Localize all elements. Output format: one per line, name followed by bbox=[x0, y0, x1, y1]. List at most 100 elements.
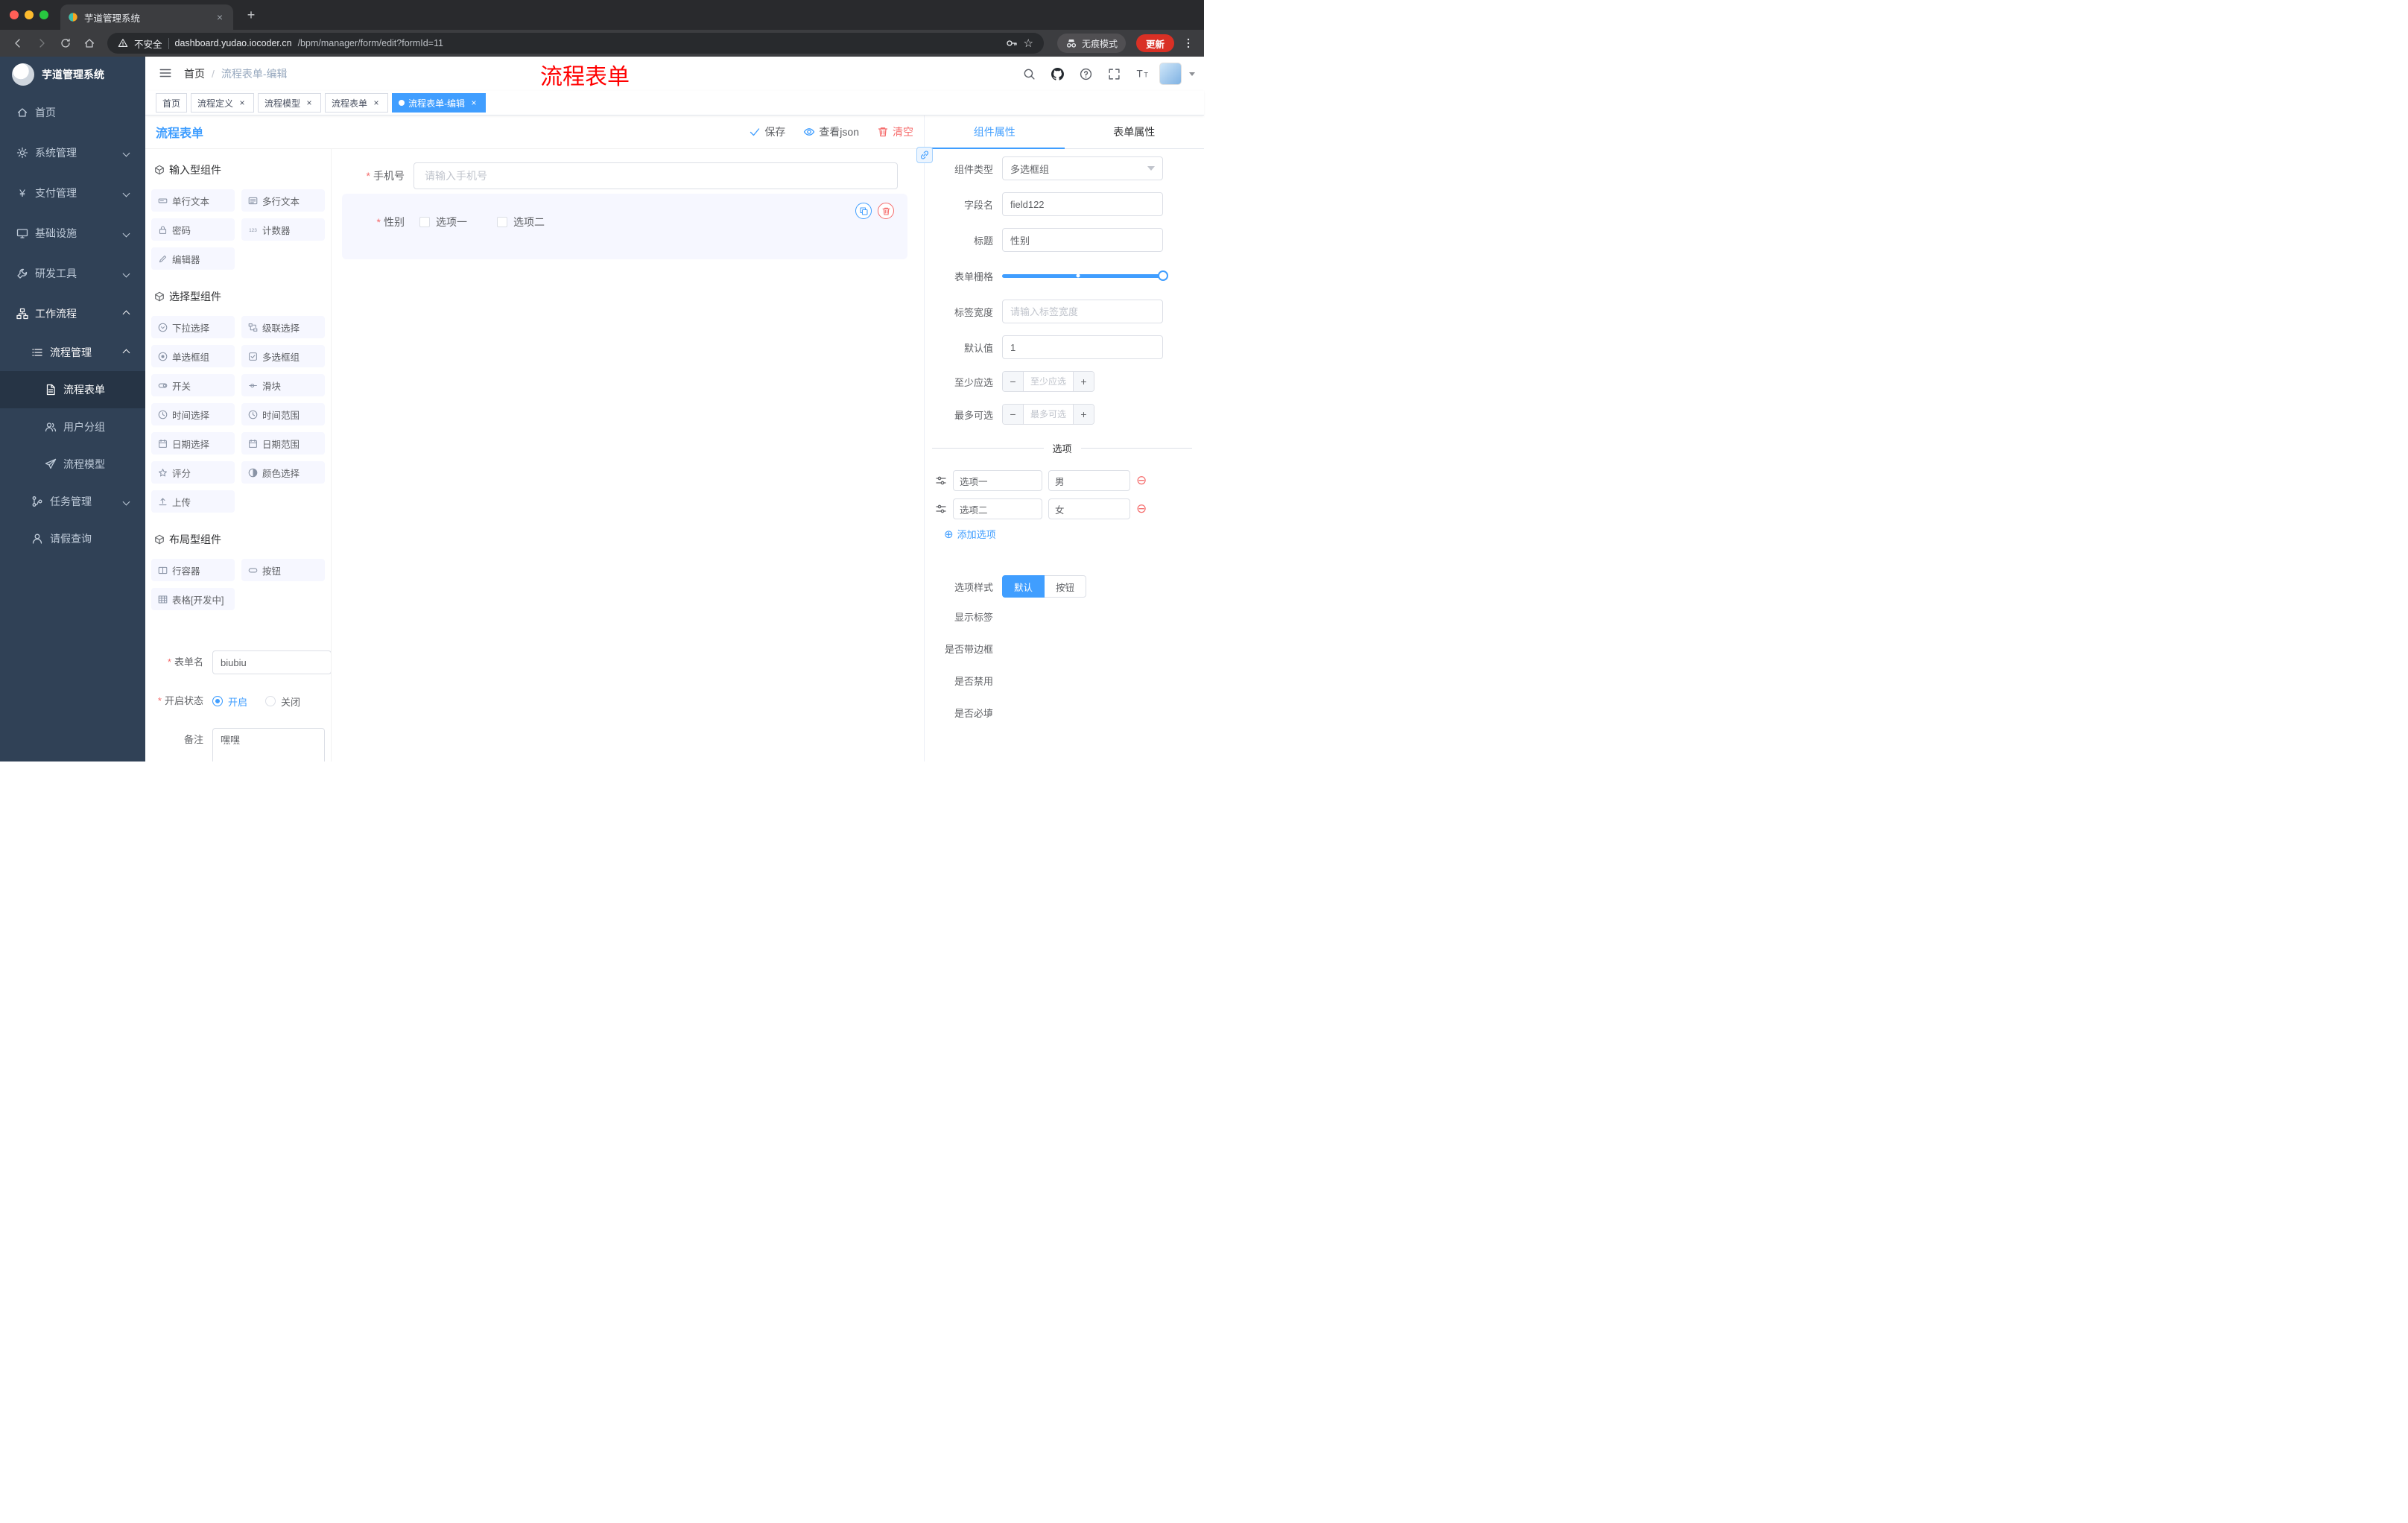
palette-item-radio-group[interactable]: 单选框组 bbox=[151, 345, 235, 367]
palette-item-table[interactable]: 表格[开发中] bbox=[151, 588, 235, 610]
remove-option-icon[interactable]: ⊖ bbox=[1136, 502, 1147, 516]
sidebar-item-process-model[interactable]: 流程模型 bbox=[0, 446, 145, 483]
form-canvas[interactable]: 手机号 性别 选项一 选项二 bbox=[332, 149, 924, 762]
checkbox-icon[interactable] bbox=[497, 217, 507, 227]
palette-item-rate[interactable]: 评分 bbox=[151, 461, 235, 484]
window-close-button[interactable] bbox=[10, 10, 19, 19]
palette-item-row-container[interactable]: 行容器 bbox=[151, 559, 235, 581]
phone-input[interactable] bbox=[414, 162, 898, 189]
stepper-decrease-button[interactable]: − bbox=[1003, 405, 1024, 424]
stepper-decrease-button[interactable]: − bbox=[1003, 372, 1024, 391]
slider-handle[interactable] bbox=[1158, 270, 1168, 281]
palette-item-date-picker[interactable]: 日期选择 bbox=[151, 432, 235, 455]
font-size-icon[interactable] bbox=[1131, 63, 1153, 85]
option-label-input[interactable] bbox=[953, 470, 1042, 491]
form-remark-textarea[interactable]: 嘿嘿 bbox=[212, 728, 325, 762]
palette-item-single-line[interactable]: 单行文本 bbox=[151, 189, 235, 212]
style-default-button[interactable]: 默认 bbox=[1002, 575, 1045, 598]
breadcrumb-home[interactable]: 首页 bbox=[184, 66, 205, 81]
option-value-input[interactable] bbox=[1048, 498, 1130, 519]
window-minimize-button[interactable] bbox=[25, 10, 34, 19]
stepper-increase-button[interactable]: + bbox=[1073, 405, 1094, 424]
drag-handle-icon[interactable] bbox=[935, 475, 947, 487]
tag-close-icon[interactable]: × bbox=[469, 98, 479, 108]
tag-close-icon[interactable]: × bbox=[371, 98, 381, 108]
sidebar-item-home[interactable]: 首页 bbox=[0, 92, 145, 133]
stepper-increase-button[interactable]: + bbox=[1073, 372, 1094, 391]
sidebar-item-payment[interactable]: ¥ 支付管理 bbox=[0, 173, 145, 213]
clear-button[interactable]: 清空 bbox=[877, 124, 913, 139]
grid-slider[interactable] bbox=[1002, 264, 1168, 288]
palette-item-date-range[interactable]: 日期范围 bbox=[241, 432, 325, 455]
help-icon[interactable] bbox=[1074, 63, 1097, 85]
gender-option-2[interactable]: 选项二 bbox=[497, 215, 545, 229]
slider-track[interactable] bbox=[1002, 270, 1168, 281]
sidebar-item-workflow[interactable]: 工作流程 bbox=[0, 294, 145, 334]
github-icon[interactable] bbox=[1046, 63, 1068, 85]
max-select-input[interactable] bbox=[1024, 405, 1073, 424]
checkbox-icon[interactable] bbox=[419, 217, 430, 227]
search-icon[interactable] bbox=[1018, 63, 1040, 85]
home-button[interactable] bbox=[79, 33, 100, 54]
add-option-button[interactable]: ⊕ 添加选项 bbox=[944, 527, 1192, 541]
delete-widget-button[interactable] bbox=[878, 203, 894, 219]
tag-process-model[interactable]: 流程模型 × bbox=[258, 93, 322, 113]
tab-component-props[interactable]: 组件属性 bbox=[925, 115, 1065, 149]
sidebar-item-infrastructure[interactable]: 基础设施 bbox=[0, 213, 145, 253]
new-tab-button[interactable]: + bbox=[242, 7, 260, 23]
form-name-input[interactable] bbox=[212, 650, 331, 674]
palette-item-switch[interactable]: 开关 bbox=[151, 374, 235, 396]
sidebar-item-user-group[interactable]: 用户分组 bbox=[0, 408, 145, 446]
palette-item-slider[interactable]: 滑块 bbox=[241, 374, 325, 396]
link-anchor-button[interactable] bbox=[916, 147, 933, 163]
palette-item-select[interactable]: 下拉选择 bbox=[151, 316, 235, 338]
app-logo[interactable]: 芋道管理系统 bbox=[0, 57, 145, 92]
tag-process-form-edit[interactable]: 流程表单-编辑 × bbox=[392, 93, 487, 113]
address-bar[interactable]: 不安全 dashboard.yudao.iocoder.cn/bpm/manag… bbox=[107, 33, 1044, 54]
style-button-button[interactable]: 按钮 bbox=[1045, 575, 1087, 598]
canvas-field-phone[interactable]: 手机号 bbox=[342, 162, 907, 189]
palette-item-cascader[interactable]: 级联选择 bbox=[241, 316, 325, 338]
min-select-input[interactable] bbox=[1024, 372, 1073, 391]
option-value-input[interactable] bbox=[1048, 470, 1130, 491]
default-value-input[interactable] bbox=[1002, 335, 1163, 359]
component-type-select[interactable]: 多选框组 bbox=[1002, 156, 1163, 180]
palette-item-password[interactable]: 密码 bbox=[151, 218, 235, 241]
tag-home[interactable]: 首页 bbox=[156, 93, 188, 113]
back-button[interactable] bbox=[7, 33, 28, 54]
copy-widget-button[interactable] bbox=[855, 203, 872, 219]
sidebar-item-devtools[interactable]: 研发工具 bbox=[0, 253, 145, 294]
tab-form-props[interactable]: 表单属性 bbox=[1065, 115, 1205, 148]
view-json-button[interactable]: 查看json bbox=[803, 124, 859, 139]
gender-option-1[interactable]: 选项一 bbox=[419, 215, 467, 229]
tag-process-form[interactable]: 流程表单 × bbox=[325, 93, 389, 113]
fullscreen-icon[interactable] bbox=[1103, 63, 1125, 85]
sidebar-item-task-management[interactable]: 任务管理 bbox=[0, 483, 145, 520]
insecure-label[interactable]: 不安全 bbox=[134, 37, 162, 51]
palette-item-counter[interactable]: 计数器 bbox=[241, 218, 325, 241]
tag-close-icon[interactable]: × bbox=[237, 98, 247, 108]
title-input[interactable] bbox=[1002, 228, 1163, 252]
radio-open[interactable]: 开启 bbox=[212, 694, 247, 709]
sidebar-item-process-form[interactable]: 流程表单 bbox=[0, 371, 145, 408]
tag-close-icon[interactable]: × bbox=[304, 98, 314, 108]
avatar[interactable] bbox=[1159, 63, 1182, 85]
bookmark-star-icon[interactable]: ☆ bbox=[1024, 37, 1033, 50]
save-button[interactable]: 保存 bbox=[749, 124, 785, 139]
palette-item-time-picker[interactable]: 时间选择 bbox=[151, 403, 235, 425]
sidebar-item-leave-query[interactable]: 请假查询 bbox=[0, 520, 145, 557]
canvas-field-gender-selected[interactable]: 性别 选项一 选项二 bbox=[342, 194, 907, 259]
remove-option-icon[interactable]: ⊖ bbox=[1136, 474, 1147, 487]
chrome-update-button[interactable]: 更新 bbox=[1135, 34, 1174, 52]
drag-handle-icon[interactable] bbox=[935, 503, 947, 515]
sidebar-item-process-management[interactable]: 流程管理 bbox=[0, 334, 145, 371]
palette-item-time-range[interactable]: 时间范围 bbox=[241, 403, 325, 425]
radio-closed[interactable]: 关闭 bbox=[265, 694, 300, 709]
sidebar-item-system[interactable]: 系统管理 bbox=[0, 133, 145, 173]
palette-item-textarea[interactable]: 多行文本 bbox=[241, 189, 325, 212]
option-label-input[interactable] bbox=[953, 498, 1042, 519]
password-key-icon[interactable] bbox=[1006, 37, 1018, 49]
avatar-caret-icon[interactable] bbox=[1189, 72, 1195, 76]
hamburger-icon[interactable] bbox=[159, 66, 172, 82]
forward-button[interactable] bbox=[31, 33, 52, 54]
